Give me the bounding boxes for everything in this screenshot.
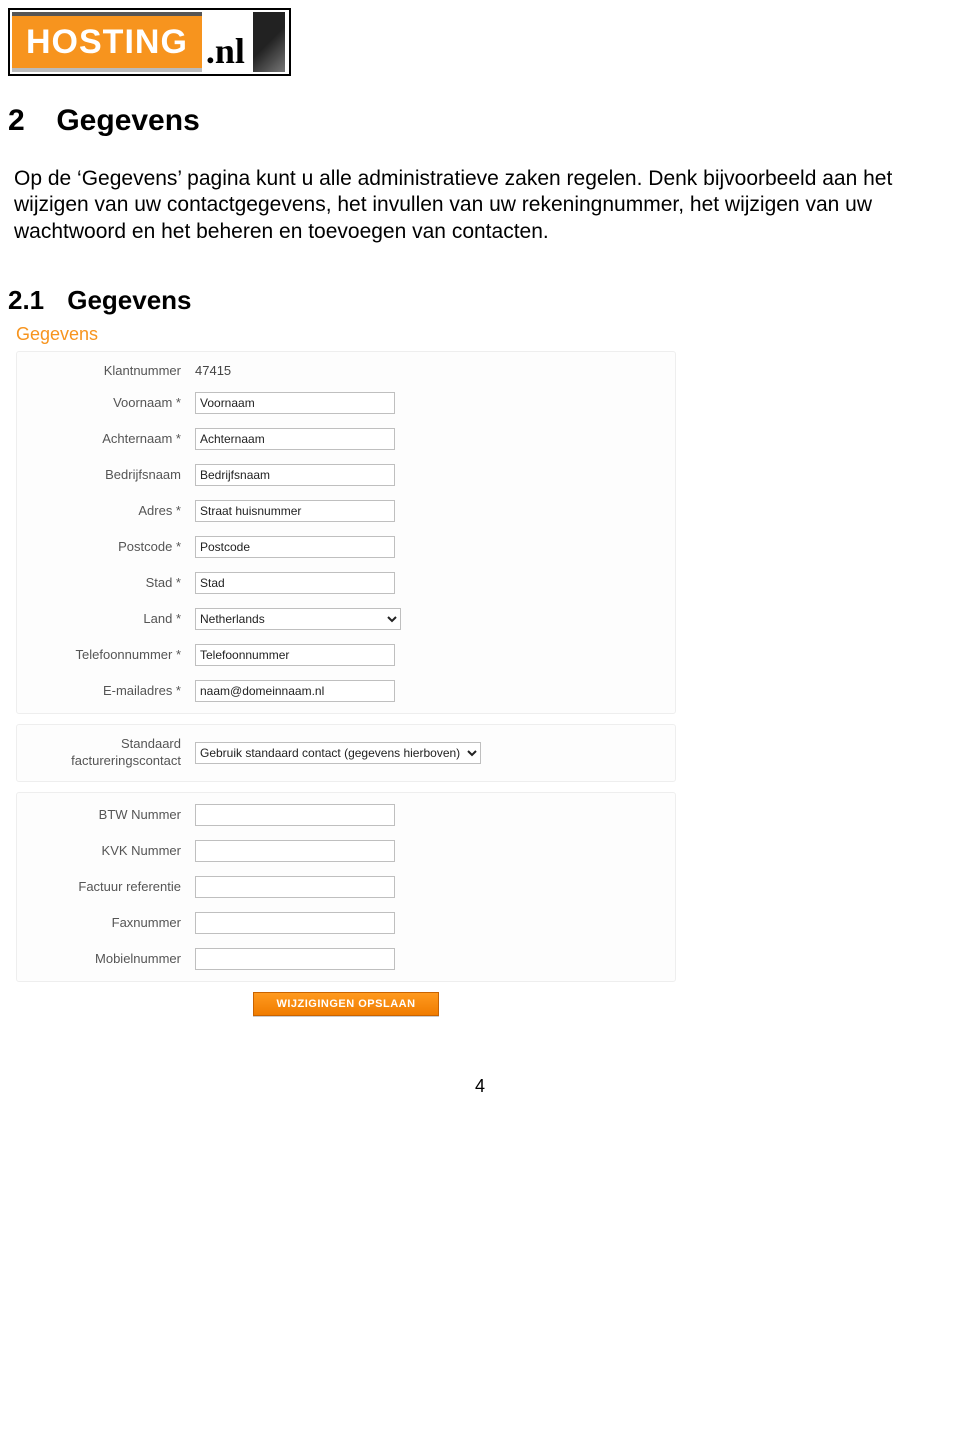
bedrijfsnaam-label: Bedrijfsnaam xyxy=(23,467,195,482)
billing-block: Standaard factureringscontact Gebruik st… xyxy=(16,724,676,782)
achternaam-label: Achternaam * xyxy=(23,431,195,446)
brand-logo: HOSTING .nl xyxy=(8,8,291,76)
adres-label: Adres * xyxy=(23,503,195,518)
stad-label: Stad * xyxy=(23,575,195,590)
kvk-input[interactable] xyxy=(195,840,395,862)
subsection-number: 2.1 xyxy=(8,285,60,316)
billing-label: Standaard factureringscontact xyxy=(23,736,195,770)
adres-input[interactable] xyxy=(195,500,395,522)
factuurref-input[interactable] xyxy=(195,876,395,898)
land-label: Land * xyxy=(23,611,195,626)
panel-title: Gegevens xyxy=(16,320,944,351)
section-number: 2 xyxy=(8,104,48,138)
land-select[interactable]: Netherlands xyxy=(195,608,401,630)
section-heading: 2 Gegevens xyxy=(8,104,952,138)
factuurref-label: Factuur referentie xyxy=(23,879,195,894)
mobiel-input[interactable] xyxy=(195,948,395,970)
mobiel-label: Mobielnummer xyxy=(23,951,195,966)
klantnummer-value: 47415 xyxy=(195,363,669,378)
postcode-label: Postcode * xyxy=(23,539,195,554)
section-title: Gegevens xyxy=(56,104,199,137)
extra-block: BTW Nummer KVK Nummer Factuur referentie… xyxy=(16,792,676,982)
postcode-input[interactable] xyxy=(195,536,395,558)
logo-tld-text: .nl xyxy=(202,12,253,72)
email-label: E-mailadres * xyxy=(23,683,195,698)
btw-label: BTW Nummer xyxy=(23,807,195,822)
billing-select[interactable]: Gebruik standaard contact (gegevens hier… xyxy=(195,742,481,764)
logo-brand-text: HOSTING xyxy=(12,12,202,72)
btw-input[interactable] xyxy=(195,804,395,826)
stad-input[interactable] xyxy=(195,572,395,594)
intro-paragraph: Op de ‘Gegevens’ pagina kunt u alle admi… xyxy=(14,166,946,245)
voornaam-label: Voornaam * xyxy=(23,395,195,410)
subsection-title: Gegevens xyxy=(67,285,191,315)
save-button[interactable]: WIJZIGINGEN OPSLAAN xyxy=(253,992,438,1016)
subsection-heading: 2.1 Gegevens xyxy=(8,285,952,316)
fax-input[interactable] xyxy=(195,912,395,934)
bedrijfsnaam-input[interactable] xyxy=(195,464,395,486)
logo-square-icon xyxy=(253,12,285,72)
voornaam-input[interactable] xyxy=(195,392,395,414)
customer-block: Klantnummer 47415 Voornaam * Achternaam … xyxy=(16,351,676,714)
fax-label: Faxnummer xyxy=(23,915,195,930)
achternaam-input[interactable] xyxy=(195,428,395,450)
telefoon-input[interactable] xyxy=(195,644,395,666)
page-number: 4 xyxy=(8,1076,952,1097)
klantnummer-label: Klantnummer xyxy=(23,363,195,378)
telefoon-label: Telefoonnummer * xyxy=(23,647,195,662)
kvk-label: KVK Nummer xyxy=(23,843,195,858)
gegevens-panel: Gegevens Klantnummer 47415 Voornaam * Ac… xyxy=(16,320,944,1016)
email-input[interactable] xyxy=(195,680,395,702)
